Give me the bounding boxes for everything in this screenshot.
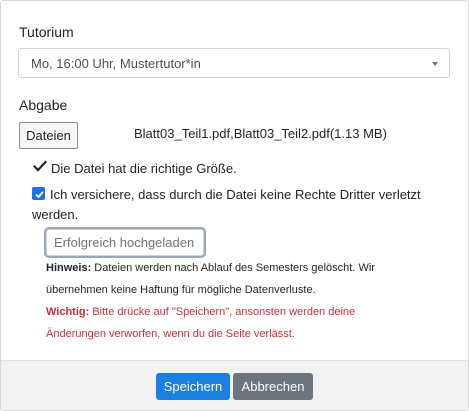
checkmark-icon: [35, 191, 44, 199]
confirm-rights-checkbox[interactable]: [32, 187, 45, 200]
tutorium-label: Tutorium: [19, 24, 74, 40]
hint-text-line2: übernehmen keine Haftung für mögliche Da…: [46, 284, 316, 296]
check-icon: [33, 160, 47, 172]
confirm-rights-label-line1[interactable]: Ich versichere, dass durch die Datei kei…: [50, 187, 421, 202]
chevron-down-icon: [432, 62, 438, 66]
confirm-rights-label-line2[interactable]: werden.: [32, 207, 78, 222]
warning-label: Wichtig:: [46, 306, 90, 318]
tutorium-selected-value: Mo, 16:00 Uhr, Mustertutor*in: [31, 56, 201, 71]
save-button[interactable]: Speichern: [156, 373, 230, 400]
size-ok-text: Die Datei hat die richtige Größe.: [51, 161, 237, 176]
cancel-button[interactable]: Abbrechen: [233, 373, 313, 400]
abgabe-label: Abgabe: [19, 97, 68, 113]
warning-text-line1: Wichtig: Bitte drücke auf "Speichern", a…: [46, 306, 355, 318]
warning-text: Bitte drücke auf "Speichern", ansonsten …: [89, 306, 356, 318]
selected-file-names: Blatt03_Teil1.pdf,Blatt03_Teil2.pdf(1.13…: [134, 126, 387, 141]
warning-text-line2: Änderungen verworfen, wenn du die Seite …: [46, 328, 295, 340]
hint-text: Dateien werden nach Ablauf des Semesters…: [91, 262, 375, 274]
tutorium-select[interactable]: Mo, 16:00 Uhr, Mustertutor*in: [18, 48, 450, 78]
hint-text-line1: Hinweis: Dateien werden nach Ablauf des …: [46, 262, 375, 274]
hint-label: Hinweis:: [46, 262, 92, 274]
upload-status-field: Erfolgreich hochgeladen: [46, 229, 204, 256]
choose-files-button[interactable]: Dateien: [19, 122, 78, 149]
